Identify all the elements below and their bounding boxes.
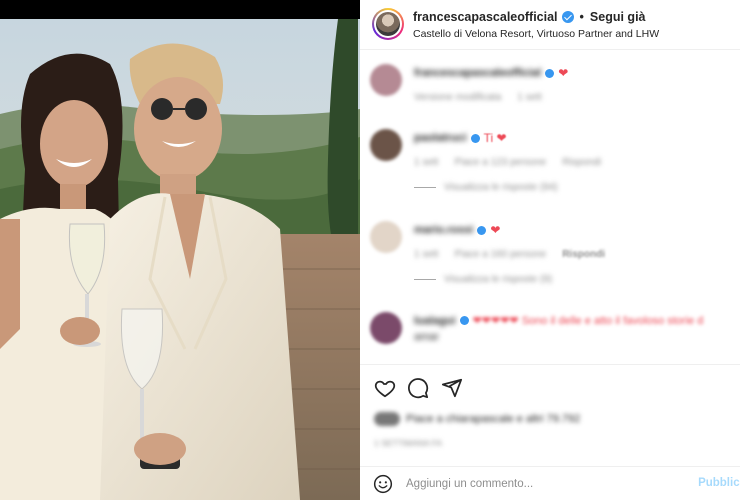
comment-text: ❤ — [490, 223, 501, 237]
comment-username[interactable]: francescapascaleofficial — [414, 67, 541, 79]
comment-username[interactable]: mario.rossi — [414, 224, 473, 236]
comment-username[interactable]: paolatruci — [414, 132, 467, 144]
comment-likes[interactable]: Piace a 160 persone — [454, 249, 546, 260]
heart-icon[interactable] — [374, 377, 396, 399]
view-replies-button[interactable]: Visualizza le risposte (94) — [414, 182, 734, 193]
verified-badge-icon — [545, 68, 555, 78]
comment-meta: Versione modificata — [414, 92, 502, 103]
post-photo — [0, 0, 360, 500]
comment-icon[interactable] — [407, 377, 429, 399]
view-replies-button[interactable]: Visualizza le risposte (9) — [414, 274, 734, 285]
separator-dot: • — [579, 10, 584, 24]
post-side-panel: francescapascaleofficial • Segui già Cas… — [360, 0, 740, 500]
reply-button[interactable]: Rispondi — [562, 157, 601, 168]
replies-divider — [414, 187, 436, 188]
comment-avatar[interactable] — [370, 129, 402, 161]
emoji-icon[interactable] — [373, 474, 393, 494]
author-line: francescapascaleofficial • Segui già — [413, 10, 646, 24]
comment-composer: Pubblica — [360, 466, 740, 500]
author-username[interactable]: francescapascaleofficial — [413, 10, 558, 24]
likes-count: Piace a chiarapascale e altri 79.792 — [406, 413, 581, 425]
author-avatar[interactable] — [372, 8, 404, 40]
likes-summary[interactable]: Piace a chiarapascale e altri 79.792 — [374, 412, 580, 426]
comment-username[interactable]: lualagui — [414, 315, 456, 327]
comment-text-continued: amar — [414, 331, 440, 343]
likers-avatars — [374, 412, 400, 426]
comment-avatar[interactable] — [370, 312, 402, 344]
post-image — [0, 19, 360, 500]
verified-badge-icon — [470, 133, 480, 143]
photo-top-band — [0, 0, 360, 19]
comment-input[interactable] — [406, 473, 706, 495]
verified-badge-icon — [459, 316, 469, 325]
post-actions — [360, 364, 740, 410]
follow-button[interactable]: Segui già — [590, 10, 646, 24]
comment-text: ❤❤❤❤❤ Sono il delle e atto il favoloso s… — [472, 315, 704, 327]
verified-badge-icon — [561, 11, 574, 23]
view-replies-label: Visualizza le risposte (94) — [444, 182, 558, 193]
comment-avatar[interactable] — [370, 64, 402, 96]
share-icon[interactable] — [441, 377, 463, 399]
comments-list[interactable]: francescapascaleofficial ❤ Versione modi… — [360, 51, 740, 363]
comment-avatar[interactable] — [370, 221, 402, 253]
comment-time: 1 sett — [517, 92, 542, 103]
reply-button[interactable]: Rispondi — [562, 249, 605, 260]
comment-likes[interactable]: Piace a 123 persone — [454, 157, 546, 168]
post-location[interactable]: Castello di Velona Resort, Virtuoso Part… — [413, 28, 659, 40]
comment-text: ❤ — [558, 66, 569, 80]
post-date: 1 SETTIMANA FA — [374, 438, 443, 448]
comment-text: Ti ❤ — [483, 131, 507, 145]
view-replies-label: Visualizza le risposte (9) — [444, 274, 553, 285]
verified-badge-icon — [477, 225, 487, 235]
post-header: francescapascaleofficial • Segui già Cas… — [360, 0, 740, 50]
comment-time: 1 sett — [414, 249, 439, 260]
comment-time: 1 sett — [414, 157, 439, 168]
publish-button[interactable]: Pubblica — [698, 477, 740, 489]
replies-divider — [414, 279, 436, 280]
